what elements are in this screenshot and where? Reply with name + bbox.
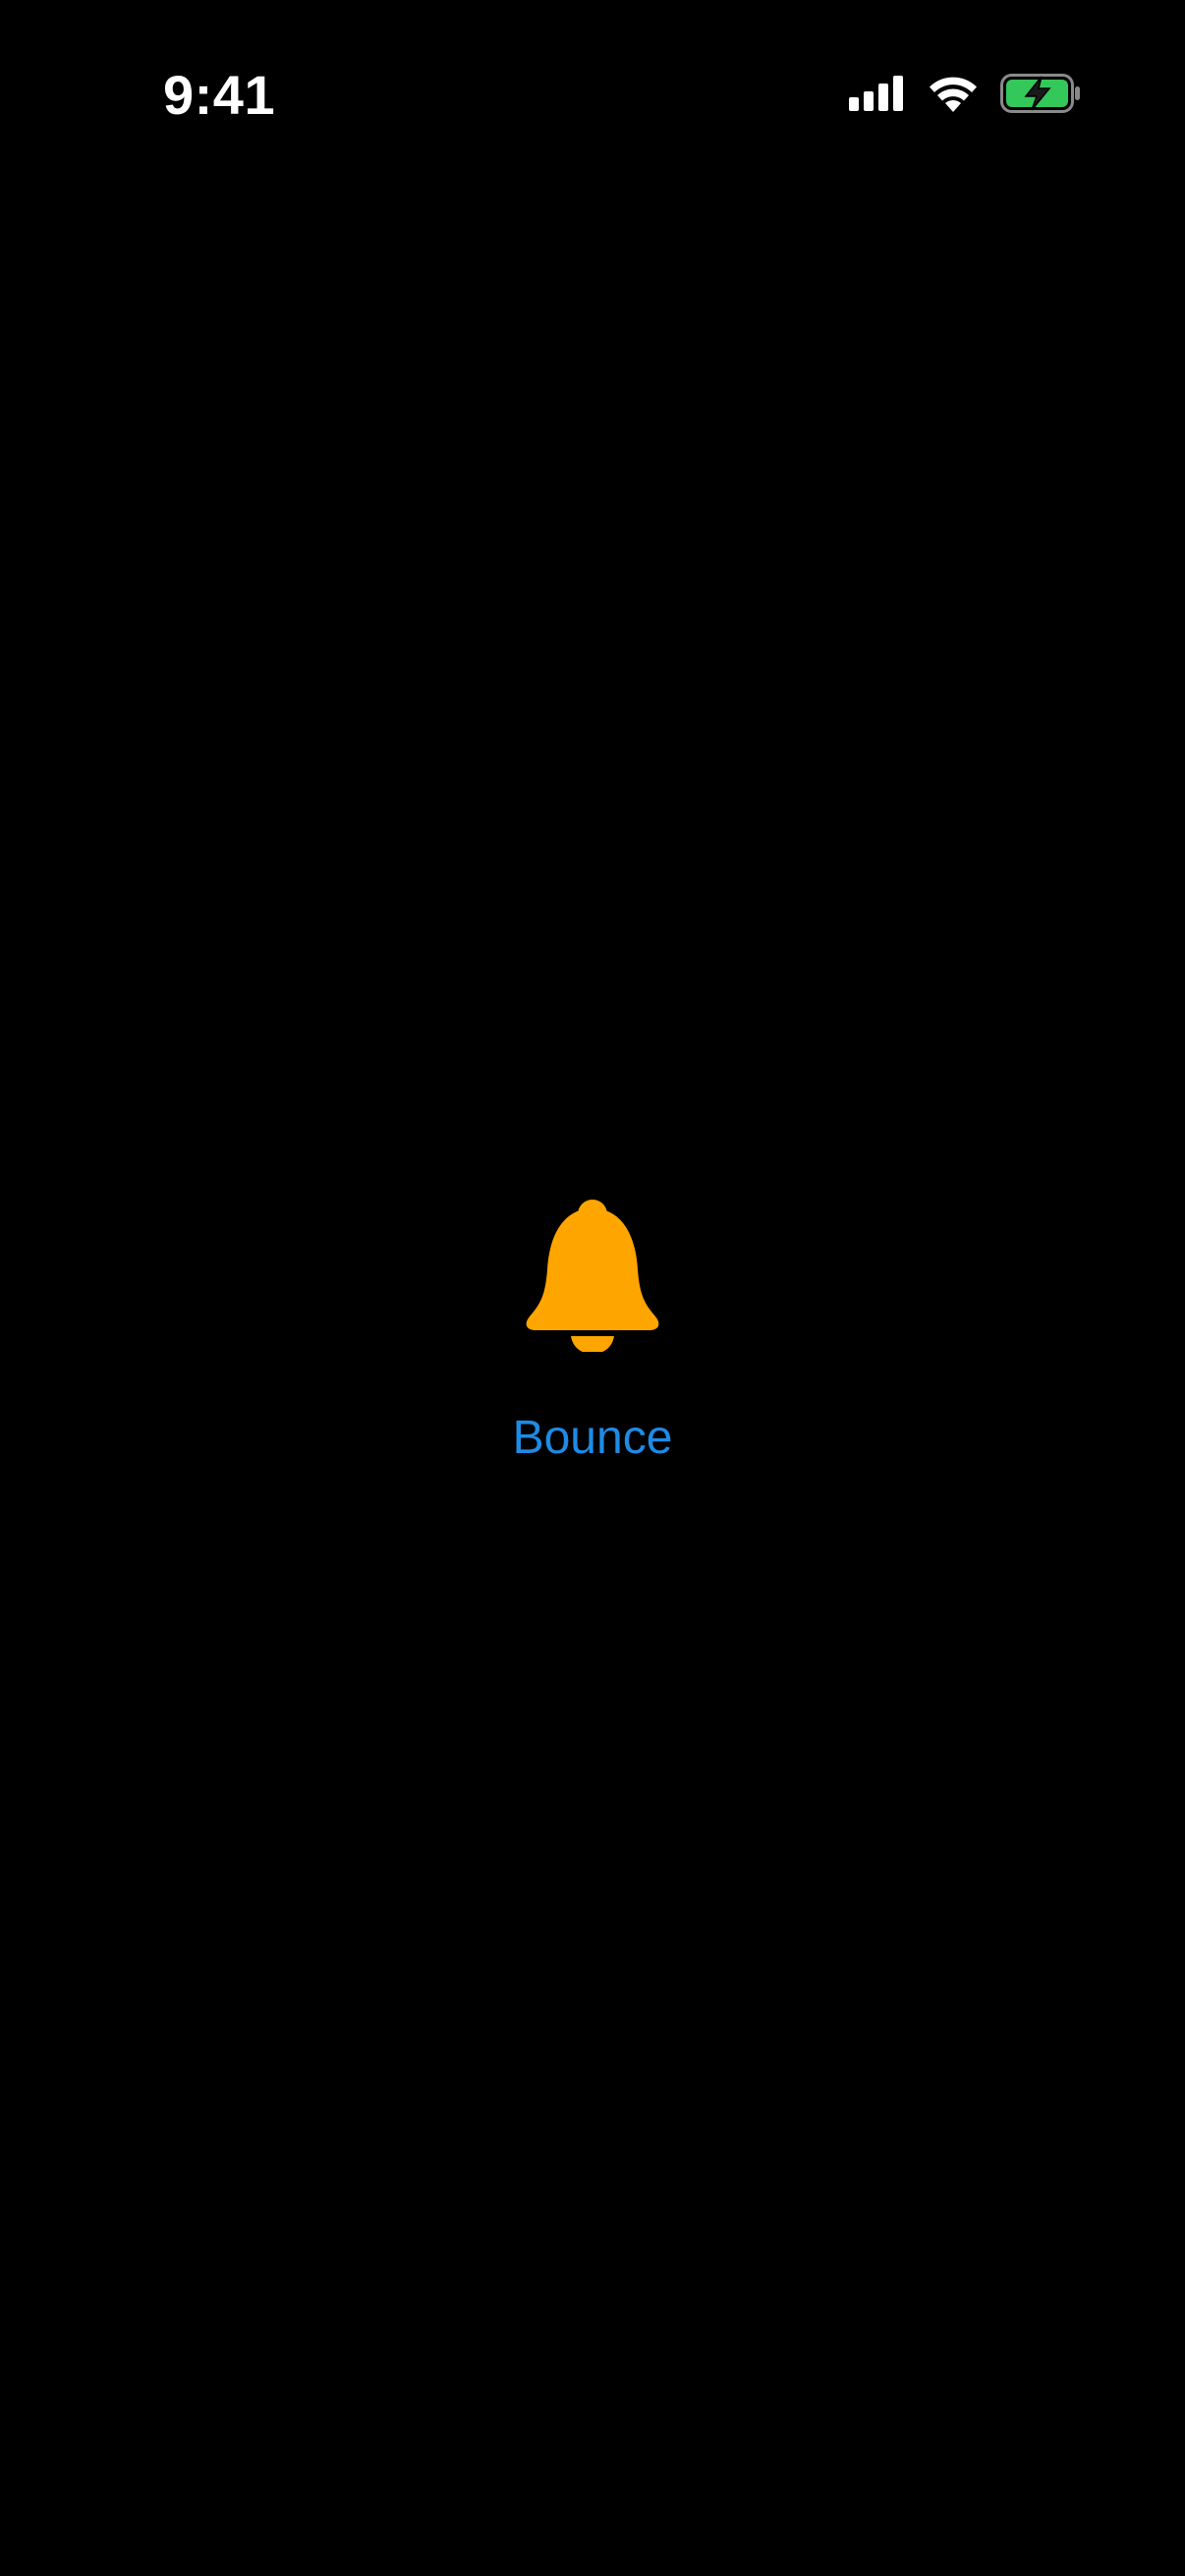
bounce-button[interactable]: Bounce <box>513 1411 673 1466</box>
app-screen: 9:41 Bounce <box>0 0 1185 2576</box>
status-time: 9:41 <box>163 64 276 126</box>
bell-icon <box>524 1199 661 1354</box>
status-bar: 9:41 <box>0 0 1185 196</box>
cellular-signal-icon <box>849 75 906 116</box>
battery-charging-icon <box>1000 73 1081 118</box>
status-icons <box>849 71 1081 120</box>
wifi-icon <box>928 75 979 117</box>
bounce-demo: Bounce <box>0 1199 1185 1466</box>
